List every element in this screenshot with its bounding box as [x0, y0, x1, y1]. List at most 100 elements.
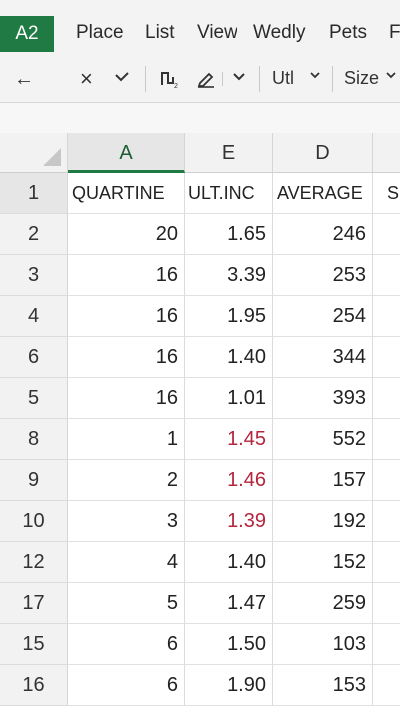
column-header-e[interactable]: E: [185, 133, 273, 173]
cell-header-s[interactable]: S: [373, 173, 400, 214]
cell-quartine[interactable]: 16: [68, 296, 185, 337]
cell-quartine[interactable]: 2: [68, 460, 185, 501]
cell-ult-inc[interactable]: 1.45: [185, 419, 273, 460]
cell-ult-inc[interactable]: 1.40: [185, 542, 273, 583]
row-header[interactable]: 9: [0, 460, 68, 501]
table-row: 1 QUARTINE ULT.INC AVERAGE S: [0, 173, 400, 214]
row-header[interactable]: 3: [0, 255, 68, 296]
tab-pets[interactable]: Pets: [329, 22, 367, 44]
cell-quartine[interactable]: 16: [68, 378, 185, 419]
toolbar-divider: [259, 66, 260, 92]
table-row: 15 6 1.50 103: [0, 624, 400, 665]
close-icon[interactable]: ×: [80, 66, 93, 92]
cell-average[interactable]: 192: [273, 501, 373, 542]
cell-empty[interactable]: [373, 624, 400, 665]
cell-ult-inc[interactable]: 1.65: [185, 214, 273, 255]
cell-average[interactable]: 393: [273, 378, 373, 419]
cell-average[interactable]: 152: [273, 542, 373, 583]
row-header[interactable]: 15: [0, 624, 68, 665]
cell-average[interactable]: 254: [273, 296, 373, 337]
pencil-icon[interactable]: [196, 68, 216, 88]
cell-ult-inc[interactable]: 1.40: [185, 337, 273, 378]
tab-f[interactable]: F: [389, 22, 400, 44]
cell-average[interactable]: 246: [273, 214, 373, 255]
cell-header-ult-inc[interactable]: ULT.INC: [185, 173, 273, 214]
cell-empty[interactable]: [373, 583, 400, 624]
tab-list[interactable]: List: [145, 22, 175, 44]
chevron-down-icon[interactable]: [386, 70, 396, 80]
cell-ult-inc[interactable]: 3.39: [185, 255, 273, 296]
cell-header-quartine[interactable]: QUARTINE: [68, 173, 185, 214]
chevron-down-icon[interactable]: [310, 70, 320, 80]
table-row: 2 20 1.65 246: [0, 214, 400, 255]
cell-quartine[interactable]: 6: [68, 624, 185, 665]
cell-ult-inc[interactable]: 1.50: [185, 624, 273, 665]
toolbar-divider: [145, 66, 146, 92]
cell-ult-inc[interactable]: 1.01: [185, 378, 273, 419]
cell-ult-inc[interactable]: 1.39: [185, 501, 273, 542]
cell-quartine[interactable]: 4: [68, 542, 185, 583]
cell-quartine[interactable]: 16: [68, 337, 185, 378]
size-dropdown[interactable]: Size: [344, 68, 379, 89]
cell-quartine[interactable]: 16: [68, 255, 185, 296]
cell-average[interactable]: 259: [273, 583, 373, 624]
cell-empty[interactable]: [373, 296, 400, 337]
font-dropdown[interactable]: Utl: [272, 68, 294, 89]
cell-ult-inc[interactable]: 1.47: [185, 583, 273, 624]
cell-quartine[interactable]: 20: [68, 214, 185, 255]
cell-header-average[interactable]: AVERAGE: [273, 173, 373, 214]
chevron-down-icon[interactable]: [232, 69, 246, 83]
cell-ult-inc[interactable]: 1.46: [185, 460, 273, 501]
table-row: 8 1 1.45 552: [0, 419, 400, 460]
select-all-corner[interactable]: [0, 133, 68, 173]
row-header[interactable]: 6: [0, 337, 68, 378]
row-header[interactable]: 17: [0, 583, 68, 624]
row-header[interactable]: 2: [0, 214, 68, 255]
cell-average[interactable]: 157: [273, 460, 373, 501]
table-row: 5 16 1.01 393: [0, 378, 400, 419]
row-header[interactable]: 12: [0, 542, 68, 583]
name-box[interactable]: A2: [0, 16, 54, 52]
cell-empty[interactable]: [373, 542, 400, 583]
cell-empty[interactable]: [373, 419, 400, 460]
cell-empty[interactable]: [373, 501, 400, 542]
cell-average[interactable]: 552: [273, 419, 373, 460]
toolbar-divider: [222, 72, 223, 86]
check-icon[interactable]: [114, 70, 130, 84]
table-row: 3 16 3.39 253: [0, 255, 400, 296]
tab-view[interactable]: View: [197, 22, 237, 44]
tab-place[interactable]: Place: [76, 22, 124, 44]
cell-empty[interactable]: [373, 378, 400, 419]
formula-area: [0, 103, 400, 133]
tab-wedly[interactable]: Wedly: [253, 22, 305, 44]
cell-empty[interactable]: [373, 255, 400, 296]
table-row: 17 5 1.47 259: [0, 583, 400, 624]
cell-average[interactable]: 103: [273, 624, 373, 665]
row-header[interactable]: 5: [0, 378, 68, 419]
cell-quartine[interactable]: 1: [68, 419, 185, 460]
cell-average[interactable]: 344: [273, 337, 373, 378]
column-header-d[interactable]: D: [273, 133, 373, 173]
cell-quartine[interactable]: 5: [68, 583, 185, 624]
row-header[interactable]: 8: [0, 419, 68, 460]
table-row: 6 16 1.40 344: [0, 337, 400, 378]
row-header[interactable]: 1: [0, 173, 68, 214]
table-row: 9 2 1.46 157: [0, 460, 400, 501]
cell-empty[interactable]: [373, 214, 400, 255]
toolbar: ← × 2 Utl Size: [0, 56, 400, 103]
table-row: 12 4 1.40 152: [0, 542, 400, 583]
column-header-next[interactable]: [373, 133, 400, 173]
row-header[interactable]: 10: [0, 501, 68, 542]
cell-empty[interactable]: [373, 337, 400, 378]
svg-text:2: 2: [174, 83, 178, 89]
table-row: 4 16 1.95 254: [0, 296, 400, 337]
table-row: 10 3 1.39 192: [0, 501, 400, 542]
format-icon[interactable]: 2: [160, 69, 182, 89]
cell-average[interactable]: 253: [273, 255, 373, 296]
cell-quartine[interactable]: 3: [68, 501, 185, 542]
row-header[interactable]: 4: [0, 296, 68, 337]
column-header-a[interactable]: A: [68, 133, 185, 173]
cell-ult-inc[interactable]: 1.95: [185, 296, 273, 337]
back-icon[interactable]: ←: [14, 68, 34, 91]
cell-empty[interactable]: [373, 460, 400, 501]
